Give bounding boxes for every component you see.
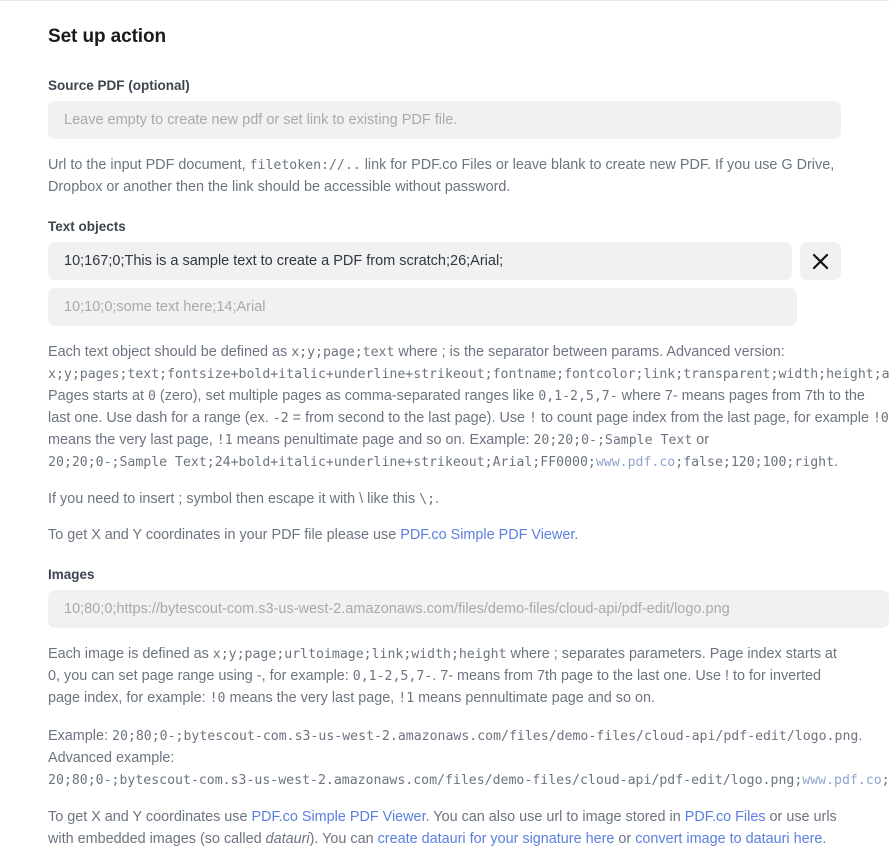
page-title: Set up action [48,26,166,47]
images-help-text: Each image is defined as x;y;page;urltoi… [48,644,841,710]
code-span: 0,1-2,5,7- [352,669,433,685]
code-span: ;false;120;100;right [675,454,835,470]
help-text-part: Each text object should be defined as [48,344,292,361]
help-text-part: means the very last page, [225,690,399,707]
code-span: !1 [398,691,415,707]
help-text-part: or [692,431,710,448]
code-span: x;y;page;text [291,345,395,361]
source-pdf-field-group: Source PDF (optional) Leave empty to cre… [48,78,841,199]
code-span: !1 [216,432,233,448]
advanced-format-code: x;y;pages;text;fontsize+bold+italic+unde… [48,367,889,383]
datauri-emphasis: datauri [265,830,310,847]
help-text-part: . [574,527,579,544]
help-text-part: to count page index from the last page, … [537,409,873,426]
help-text-part: . [834,453,839,470]
help-text-part: means penultimate page and so on. Exampl… [232,431,534,448]
code-span: 20;20;0-;Sample Text [533,432,693,448]
close-icon [812,253,829,270]
images-input[interactable]: 10;80;0;https://bytescout-com.s3-us-west… [48,590,889,629]
help-text-part: (zero), set multiple pages as comma-sepa… [155,387,539,404]
setup-action-panel: Set up action Source PDF (optional) Leav… [0,0,889,851]
help-text-part: Example: [48,728,112,745]
code-span: 0 [147,388,156,404]
help-text-part: If you need to insert ; symbol then esca… [48,490,420,507]
help-text-part: To get X and Y coordinates in your PDF f… [48,527,401,544]
text-objects-help-text: Each text object should be defined as x;… [48,342,889,473]
help-text-part: ). You can [309,830,378,847]
text-objects-input-1[interactable]: 10;167;0;This is a sample text to create… [48,242,792,281]
filetoken-code: filetoken://.. [249,158,361,174]
code-span: -2 [272,410,289,426]
source-pdf-input[interactable]: Leave empty to create new pdf or set lin… [48,101,841,140]
code-span: ! [529,410,537,426]
image-example-code: 20;80;0-;bytescout-com.s3-us-west-2.amaz… [112,729,859,745]
create-datauri-signature-link[interactable]: create datauri for your signature here [378,831,615,847]
help-text-part: To get X and Y coordinates use [48,808,252,825]
help-text-part: where ; is the separator between params.… [394,344,785,361]
code-span: !0 [209,691,226,707]
simple-pdf-viewer-link[interactable]: PDF.co Simple PDF Viewer [400,527,574,543]
help-text-part: = from second to the last page). Use [288,409,530,426]
pdfco-url-code: www.pdf.co [802,772,882,788]
text-objects-row-1: 10;167;0;This is a sample text to create… [48,242,841,281]
text-objects-row-2: 10;10;0;some text here;14;Arial [48,288,841,327]
simple-pdf-viewer-link[interactable]: PDF.co Simple PDF Viewer [251,809,425,825]
code-span: ;200;200 [881,772,889,788]
text-objects-input-2[interactable]: 10;10;0;some text here;14;Arial [48,288,797,327]
escape-semicolon-help: If you need to insert ; symbol then esca… [48,489,841,511]
pdfco-files-link[interactable]: PDF.co Files [685,809,766,825]
top-divider [0,0,889,1]
pdfco-url-code: www.pdf.co [595,454,676,470]
code-span: !0 [872,410,889,426]
text-coordinates-help: To get X and Y coordinates in your PDF f… [48,525,841,547]
help-text-part: or [614,830,636,847]
help-text-part: Advanced example: [48,750,175,767]
help-text-part: . You can also use url to image stored i… [425,808,685,825]
text-objects-label: Text objects [48,218,126,234]
help-text-part: . [435,490,440,507]
source-pdf-help-text: Url to the input PDF document, filetoken… [48,155,841,199]
help-text-part: . [858,728,863,745]
text-objects-field-group: Text objects 10;167;0;This is a sample t… [48,218,889,547]
help-text-part: means the very last page, [48,431,217,448]
help-text-part: Pages starts at [48,387,148,404]
image-advanced-example-code: 20;80;0-;bytescout-com.s3-us-west-2.amaz… [48,772,803,788]
images-example-clip: Example: 20;80;0-;bytescout-com.s3-us-we… [48,710,889,792]
images-coordinates-help: To get X and Y coordinates use PDF.co Si… [48,807,841,851]
help-text-part: means pennultimate page and so on. [414,690,655,707]
images-label: Images [48,567,95,583]
images-field-group: Images 10;80;0;https://bytescout-com.s3-… [48,567,889,851]
images-example-text: Example: 20;80;0-;bytescout-com.s3-us-we… [48,726,889,792]
help-text-part: Each image is defined as [48,646,213,663]
code-span: 20;20;0-;Sample Text;24+bold+italic+unde… [48,454,596,470]
text-objects-help-clip: Each text object should be defined as x;… [48,326,889,473]
escaped-semicolon-code: \; [419,491,436,507]
code-span: 0,1-2,5,7- [538,388,618,404]
image-format-code: x;y;page;urltoimage;link;width;height [212,647,507,663]
help-text-part: . [822,830,827,847]
convert-image-to-datauri-link[interactable]: convert image to datauri here [635,831,822,847]
help-text-part: Url to the input PDF document, [48,157,250,174]
source-pdf-label: Source PDF (optional) [48,78,190,93]
clear-text-object-button[interactable] [800,242,841,281]
